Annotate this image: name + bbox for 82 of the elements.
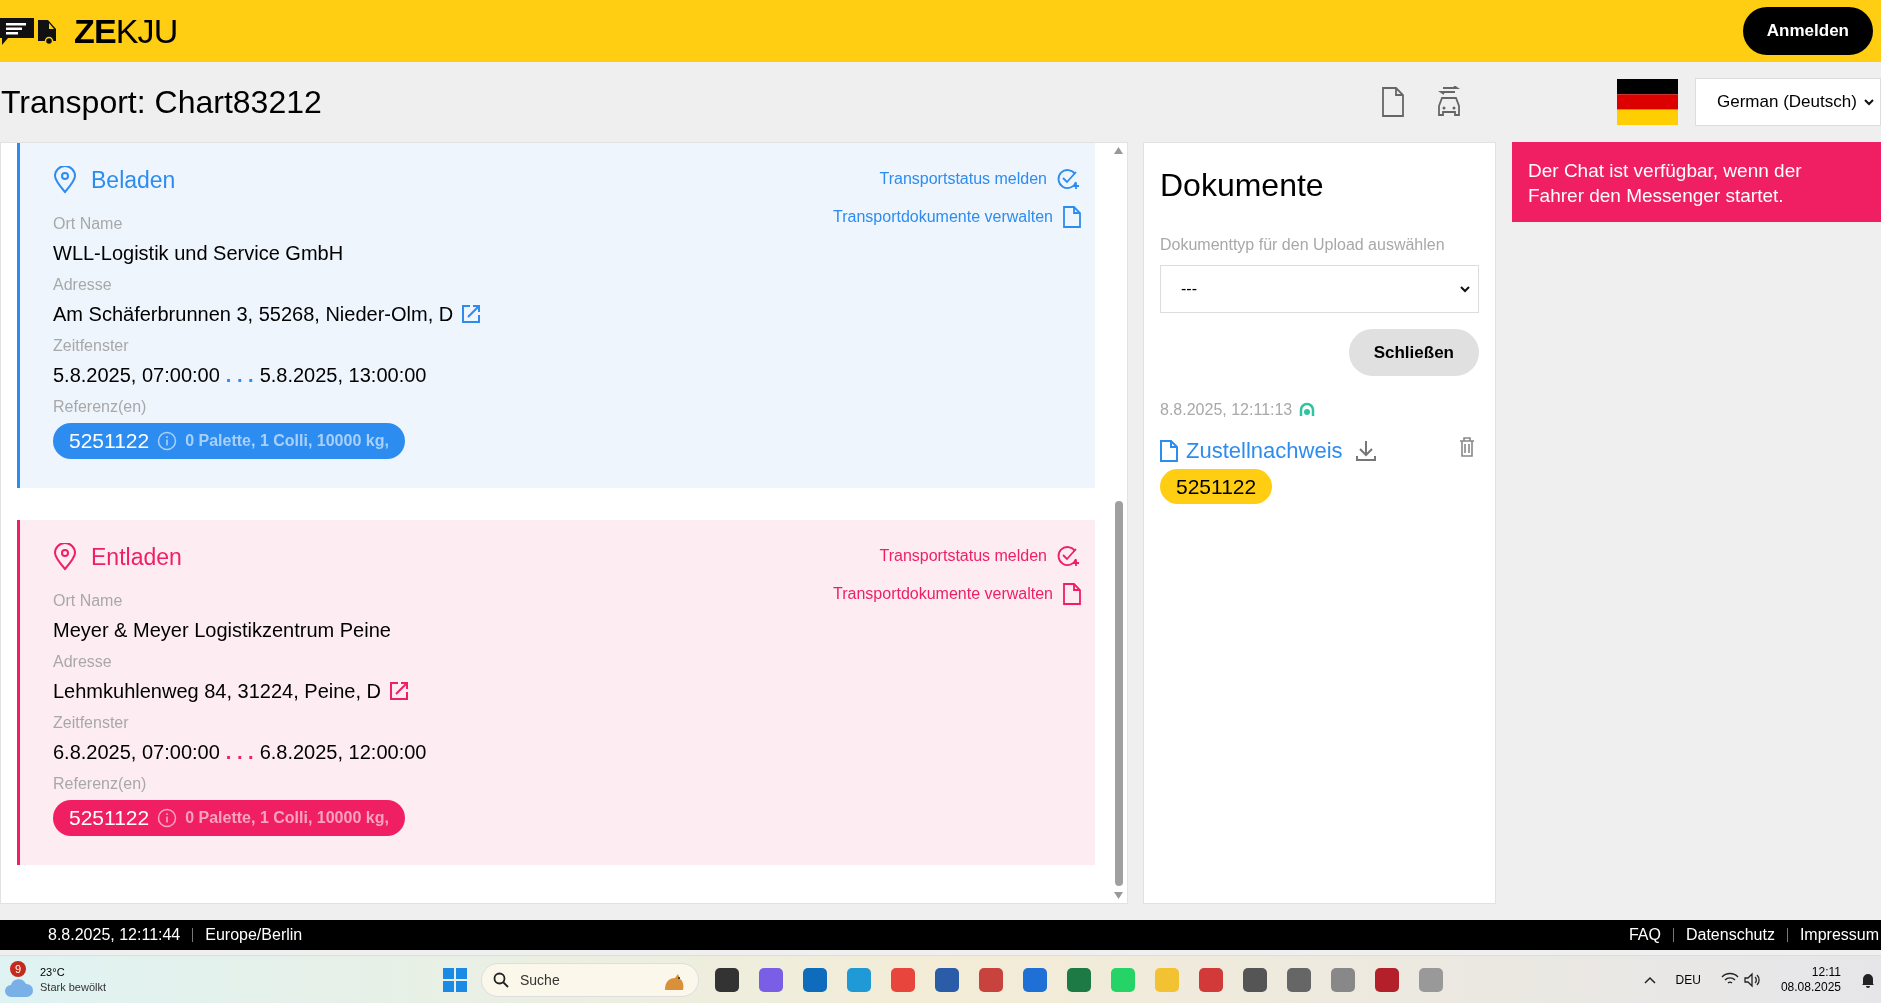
field-value: WLL-Logistik und Service GmbH	[53, 240, 345, 266]
time-from: 5.8.2025, 07:00:00	[53, 362, 220, 388]
scroll-down-icon[interactable]	[1114, 892, 1123, 899]
manage-documents-link[interactable]: Transportdokumente verwalten	[833, 582, 1053, 606]
app-icon[interactable]	[1375, 967, 1399, 992]
footer-link[interactable]: Impressum	[1799, 923, 1879, 947]
german-flag-icon	[1617, 79, 1678, 125]
range-separator: . . .	[225, 362, 254, 388]
upload-timestamp: 8.8.2025, 12:11:13	[1160, 400, 1293, 420]
scroll-up-icon[interactable]	[1114, 147, 1123, 154]
external-link-icon[interactable]	[389, 680, 409, 701]
field-label: Referenz(en)	[53, 773, 148, 794]
weather-condition: Stark bewölkt	[40, 979, 107, 995]
field-label: Ort Name	[53, 590, 124, 611]
time-to: 5.8.2025, 13:00:00	[259, 362, 427, 388]
field-label: Dokumenttyp für den Upload auswählen	[1160, 235, 1446, 255]
notification-badge: 9	[10, 960, 26, 977]
reference-number: 5251122	[69, 804, 150, 831]
stop-title: Entladen	[91, 543, 182, 572]
download-icon[interactable]	[1354, 439, 1377, 462]
document-type-select[interactable]: ---	[1160, 265, 1479, 313]
start-icon[interactable]	[443, 967, 467, 992]
address-text: Am Schäferbrunnen 3, 55268, Nieder-Olm, D	[53, 301, 454, 327]
footer-link[interactable]: FAQ	[1628, 923, 1661, 947]
trash-icon[interactable]	[1459, 436, 1475, 457]
reference-info: 0 Palette, 1 Colli, 10000 kg,	[185, 807, 389, 828]
app-icon[interactable]	[1243, 967, 1267, 992]
language-select[interactable]: German (Deutsch)	[1695, 78, 1881, 126]
info-icon	[157, 807, 178, 828]
external-link-icon[interactable]	[461, 303, 482, 324]
stop-title: Beladen	[91, 166, 176, 195]
report-status-link[interactable]: Transportstatus melden	[879, 544, 1047, 568]
time-to: 6.8.2025, 12:00:00	[259, 739, 427, 765]
chevron-up-icon[interactable]	[1643, 975, 1656, 984]
field-label: Adresse	[53, 274, 113, 295]
cloud-icon[interactable]	[4, 976, 34, 999]
reference-number: 5251122	[69, 427, 150, 454]
document-icon[interactable]	[1381, 87, 1405, 117]
chevron-down-icon	[1460, 285, 1470, 293]
login-button[interactable]: Anmelden	[1742, 7, 1873, 55]
field-label: Adresse	[53, 651, 113, 672]
field-label: Zeitfenster	[53, 335, 130, 356]
info-icon	[157, 430, 178, 451]
reference-info: 0 Palette, 1 Colli, 10000 kg,	[185, 430, 389, 451]
notice-text: Der Chat ist verfügbar, wenn der Fahrer den Messenger startet.	[1528, 159, 1803, 208]
close-button[interactable]: Schließen	[1348, 329, 1479, 376]
app-icon[interactable]	[803, 967, 827, 992]
footer-timezone: Europe/Berlin	[205, 925, 303, 945]
search-icon	[493, 971, 509, 988]
time-from: 6.8.2025, 07:00:00	[53, 739, 220, 765]
clock-date: 08.08.2025	[1780, 979, 1841, 995]
field-value: Meyer & Meyer Logistikzentrum Peine	[53, 617, 392, 643]
location-pin-icon	[53, 543, 77, 572]
address-text: Lehmkuhlenweg 84, 31224, Peine, D	[53, 678, 381, 704]
bell-icon[interactable]	[1861, 971, 1875, 988]
field-label: Referenz(en)	[53, 396, 148, 417]
location-pin-icon	[53, 166, 77, 195]
taskbar-search-field[interactable]: Suche	[481, 962, 699, 997]
reference-tag: 5251122	[1160, 469, 1273, 504]
check-add-icon[interactable]	[1057, 545, 1081, 567]
scrollbar-thumb[interactable]	[1114, 500, 1123, 886]
app-icon[interactable]	[935, 967, 959, 992]
field-label: Ort Name	[53, 213, 124, 234]
document-icon	[1160, 439, 1178, 462]
car-swap-icon[interactable]	[1435, 86, 1463, 118]
weather-temperature: 23°C	[40, 964, 66, 980]
document-icon[interactable]	[1063, 206, 1081, 228]
app-icon[interactable]	[715, 967, 739, 992]
network-volume-icon[interactable]	[1720, 971, 1761, 988]
footer-datetime: 8.8.2025, 12:11:44	[48, 925, 181, 945]
input-language[interactable]: DEU	[1675, 970, 1701, 989]
app-icon[interactable]	[1287, 967, 1311, 992]
range-separator: . . .	[225, 739, 254, 765]
check-add-icon[interactable]	[1057, 168, 1081, 190]
panel-title: Dokumente	[1160, 166, 1325, 205]
logo-text: ZEKJU	[74, 10, 178, 52]
clock-time: 12:11	[1811, 964, 1841, 980]
page-title: Transport: Chart83212	[1, 83, 323, 122]
chevron-down-icon	[1864, 98, 1874, 106]
footer-link[interactable]: Datenschutz	[1685, 923, 1775, 947]
field-label: Zeitfenster	[53, 712, 130, 733]
document-icon[interactable]	[1063, 583, 1081, 605]
